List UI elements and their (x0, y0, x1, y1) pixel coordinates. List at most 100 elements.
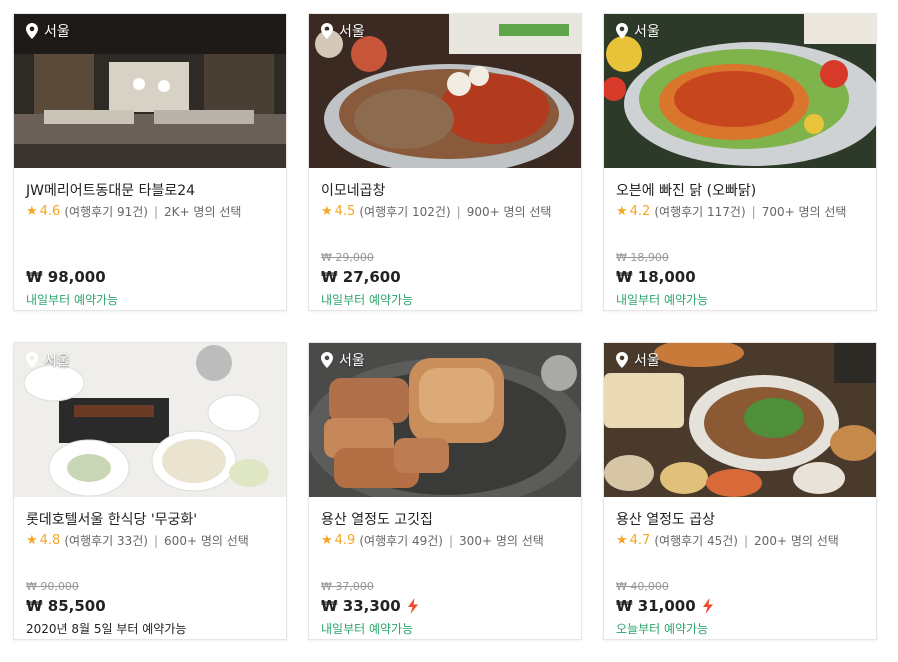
star-icon: ★ (616, 204, 628, 219)
product-image[interactable]: 서울 (14, 14, 286, 168)
sale-price-value: ₩ 85,500 (26, 597, 106, 615)
location-badge: 서울 (616, 350, 660, 370)
product-card[interactable]: 서울 이모네곱창 ★ 4.5 (여행후기 102건) | 900+ 명의 선택 … (308, 13, 582, 311)
review-count: (여행후기 91건) (64, 205, 148, 219)
sale-price-value: ₩ 18,000 (616, 268, 696, 286)
product-card[interactable]: 서울 오븐에 빠진 닭 (오빠닭) ★ 4.2 (여행후기 117건) | 70… (603, 13, 877, 311)
chosen-count: 600+ 명의 선택 (164, 534, 249, 548)
rating-value: 4.7 (629, 533, 651, 548)
location-pin-icon (26, 352, 38, 368)
review-count: (여행후기 102건) (359, 205, 451, 219)
product-card[interactable]: 서울 JW메리어트동대문 타블로24 ★ 4.6 (여행후기 91건) | 2K… (13, 13, 287, 311)
location-pin-icon (616, 23, 628, 39)
location-badge: 서울 (616, 21, 660, 41)
sale-price-value: ₩ 27,600 (321, 268, 401, 286)
sale-price-value: ₩ 33,300 (321, 597, 401, 615)
product-meta: ★ 4.8 (여행후기 33건) | 600+ 명의 선택 (26, 532, 249, 549)
original-price: ₩ 90,000 (26, 580, 79, 593)
product-title[interactable]: 용산 열정도 고깃집 (321, 509, 433, 529)
location-badge: 서울 (321, 21, 365, 41)
review-count: (여행후기 49건) (359, 534, 443, 548)
rating-value: 4.5 (334, 204, 356, 219)
chosen-count: 200+ 명의 선택 (754, 534, 839, 548)
review-count: (여행후기 117건) (654, 205, 746, 219)
product-title[interactable]: 롯데호텔서울 한식당 '무궁화' (26, 509, 197, 529)
product-title[interactable]: JW메리어트동대문 타블로24 (26, 180, 195, 200)
sale-price: ₩ 85,500 (26, 597, 106, 615)
chosen-count: 300+ 명의 선택 (459, 534, 544, 548)
card-body: JW메리어트동대문 타블로24 ★ 4.6 (여행후기 91건) | 2K+ 명… (14, 168, 286, 312)
availability-text: 2020년 8월 5일 부터 예약가능 (26, 622, 187, 636)
lightning-bolt-icon (702, 598, 713, 614)
star-icon: ★ (616, 533, 628, 548)
meta-divider: | (154, 533, 159, 548)
star-icon: ★ (321, 533, 333, 548)
location-label: 서울 (634, 24, 660, 40)
meta-divider: | (456, 204, 461, 219)
location-label: 서울 (44, 24, 70, 40)
location-label: 서울 (44, 353, 70, 369)
product-meta: ★ 4.9 (여행후기 49건) | 300+ 명의 선택 (321, 532, 544, 549)
availability-text: 내일부터 예약가능 (321, 622, 414, 636)
location-badge: 서울 (26, 21, 70, 41)
product-title[interactable]: 이모네곱창 (321, 180, 385, 200)
product-meta: ★ 4.6 (여행후기 91건) | 2K+ 명의 선택 (26, 203, 241, 220)
sale-price: ₩ 98,000 (26, 268, 106, 286)
product-image[interactable]: 서울 (309, 343, 581, 497)
sale-price: ₩ 27,600 (321, 268, 401, 286)
product-image[interactable]: 서울 (604, 343, 876, 497)
product-card[interactable]: 서울 용산 열정도 고깃집 ★ 4.9 (여행후기 49건) | 300+ 명의… (308, 342, 582, 640)
rating-value: 4.6 (39, 204, 61, 219)
original-price: ₩ 40,000 (616, 580, 669, 593)
location-label: 서울 (339, 24, 365, 40)
sale-price: ₩ 33,300 (321, 597, 419, 615)
card-body: 이모네곱창 ★ 4.5 (여행후기 102건) | 900+ 명의 선택 ₩ 2… (309, 168, 581, 312)
lightning-bolt-icon (407, 598, 418, 614)
meta-divider: | (154, 204, 159, 219)
star-icon: ★ (321, 204, 333, 219)
location-pin-icon (26, 23, 38, 39)
sale-price-value: ₩ 98,000 (26, 268, 106, 286)
original-price: ₩ 29,000 (321, 251, 374, 264)
product-meta: ★ 4.2 (여행후기 117건) | 700+ 명의 선택 (616, 203, 846, 220)
product-title[interactable]: 용산 열정도 곱상 (616, 509, 715, 529)
location-label: 서울 (634, 353, 660, 369)
card-body: 롯데호텔서울 한식당 '무궁화' ★ 4.8 (여행후기 33건) | 600+… (14, 497, 286, 641)
original-price: ₩ 37,000 (321, 580, 374, 593)
product-image[interactable]: 서울 (604, 14, 876, 168)
location-pin-icon (321, 23, 333, 39)
sale-price: ₩ 31,000 (616, 597, 714, 615)
product-image[interactable]: 서울 (309, 14, 581, 168)
rating-value: 4.9 (334, 533, 356, 548)
product-meta: ★ 4.7 (여행후기 45건) | 200+ 명의 선택 (616, 532, 839, 549)
product-card[interactable]: 서울 롯데호텔서울 한식당 '무궁화' ★ 4.8 (여행후기 33건) | 6… (13, 342, 287, 640)
card-body: 용산 열정도 곱상 ★ 4.7 (여행후기 45건) | 200+ 명의 선택 … (604, 497, 876, 641)
sale-price: ₩ 18,000 (616, 268, 696, 286)
product-card[interactable]: 서울 용산 열정도 곱상 ★ 4.7 (여행후기 45건) | 200+ 명의 … (603, 342, 877, 640)
rating-value: 4.2 (629, 204, 651, 219)
chosen-count: 700+ 명의 선택 (761, 205, 847, 219)
review-count: (여행후기 33건) (64, 534, 148, 548)
location-pin-icon (616, 352, 628, 368)
location-badge: 서울 (26, 350, 70, 370)
card-body: 오븐에 빠진 닭 (오빠닭) ★ 4.2 (여행후기 117건) | 700+ … (604, 168, 876, 312)
location-badge: 서울 (321, 350, 365, 370)
availability-text: 내일부터 예약가능 (616, 293, 709, 307)
card-body: 용산 열정도 고깃집 ★ 4.9 (여행후기 49건) | 300+ 명의 선택… (309, 497, 581, 641)
chosen-count: 900+ 명의 선택 (466, 205, 552, 219)
chosen-count: 2K+ 명의 선택 (164, 205, 242, 219)
availability-text: 내일부터 예약가능 (321, 293, 414, 307)
review-count: (여행후기 45건) (654, 534, 738, 548)
product-title[interactable]: 오븐에 빠진 닭 (오빠닭) (616, 180, 756, 200)
meta-divider: | (449, 533, 454, 548)
rating-value: 4.8 (39, 533, 61, 548)
product-meta: ★ 4.5 (여행후기 102건) | 900+ 명의 선택 (321, 203, 551, 220)
sale-price-value: ₩ 31,000 (616, 597, 696, 615)
location-label: 서울 (339, 353, 365, 369)
product-image[interactable]: 서울 (14, 343, 286, 497)
meta-divider: | (744, 533, 749, 548)
product-grid: 서울 JW메리어트동대문 타블로24 ★ 4.6 (여행후기 91건) | 2K… (0, 0, 898, 662)
availability-text: 내일부터 예약가능 (26, 293, 119, 307)
star-icon: ★ (26, 533, 38, 548)
meta-divider: | (751, 204, 756, 219)
